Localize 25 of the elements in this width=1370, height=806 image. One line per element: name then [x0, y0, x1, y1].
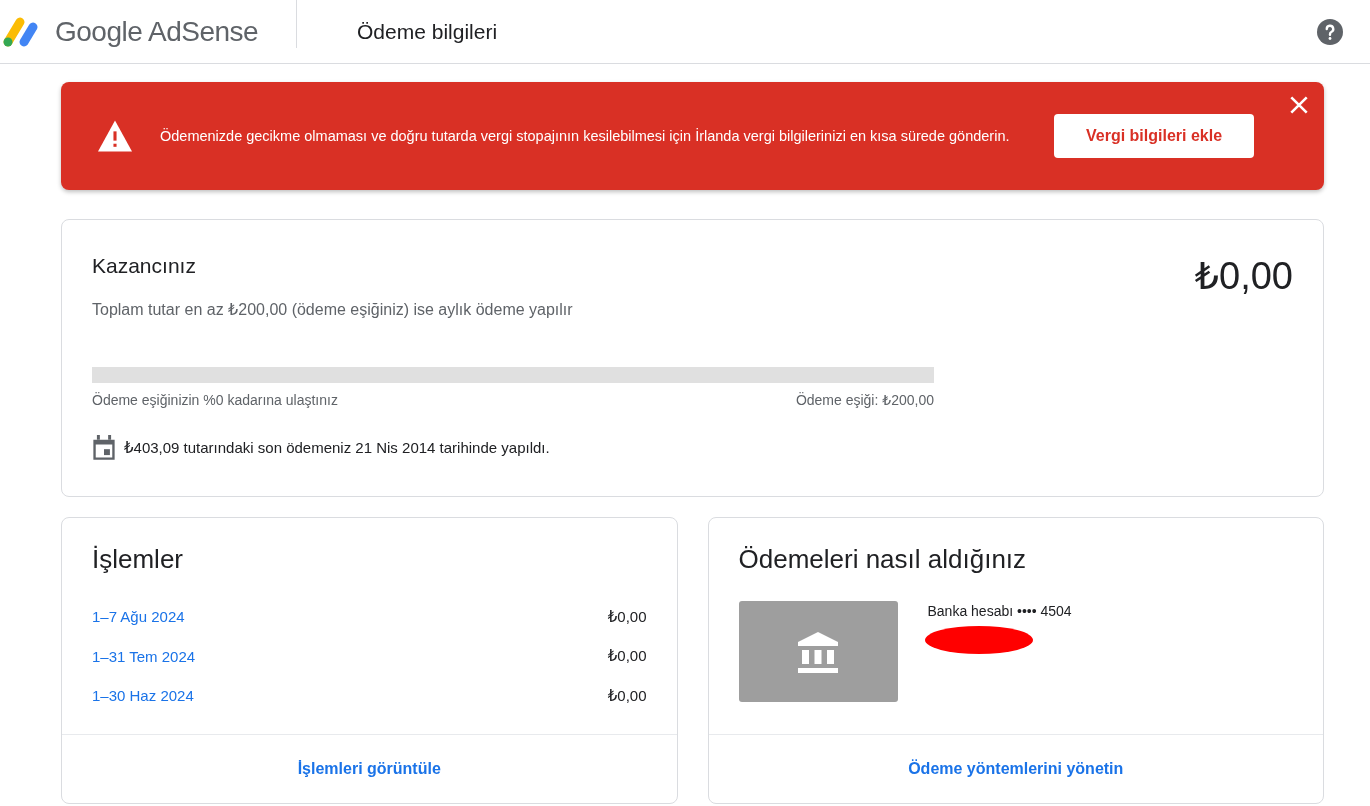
warning-icon — [96, 119, 134, 153]
threshold-note: Toplam tutar en az ₺200,00 (ödeme eşiğiniz) ise aylık ödeme yapılır — [92, 300, 573, 319]
add-tax-info-button[interactable]: Vergi bilgileri ekle — [1054, 114, 1254, 158]
earnings-amount: ₺0,00 — [1194, 254, 1293, 299]
transaction-amount: ₺0,00 — [607, 686, 647, 705]
calendar-icon — [92, 435, 116, 461]
card-title: Ödemeleri nasıl aldığınız — [738, 544, 1028, 575]
manage-payment-methods-link[interactable]: Ödeme yöntemlerini yönetin — [908, 760, 1124, 778]
card-title: İşlemler — [92, 544, 184, 575]
last-payment-note: ₺403,09 tutarındaki son ödemeniz 21 Nis 2014 tarihinde yapıldı. — [124, 439, 550, 457]
card-title: Kazancınız — [92, 254, 197, 278]
transaction-period-link[interactable]: 1–30 Haz 2024 — [92, 687, 194, 705]
product-name: Google AdSense — [55, 15, 259, 48]
progress-label: Ödeme eşiğinizin %0 kadarına ulaştınız — [92, 392, 338, 408]
help-icon[interactable] — [1317, 18, 1343, 45]
transaction-amount: ₺0,00 — [607, 607, 647, 626]
threshold-label: Ödeme eşiği: ₺200,00 — [795, 392, 934, 408]
alert-message: Ödemenizde gecikme olmaması ve doğru tutarda vergi stopajının kesilebilmesi için İrlanda vergi bilgilerinizi en kısa sürede gönderin. — [160, 127, 1011, 146]
close-icon[interactable] — [1290, 96, 1308, 114]
transaction-period-link[interactable]: 1–7 Ağu 2024 — [92, 608, 185, 626]
transaction-amount: ₺0,00 — [607, 647, 647, 666]
transaction-period-link[interactable]: 1–31 Tem 2024 — [92, 647, 196, 665]
page-title: Ödeme bilgileri — [357, 19, 498, 44]
bank-account-label: Banka hesabı •••• 4504 — [927, 603, 1072, 619]
view-transactions-link[interactable]: İşlemleri görüntüle — [297, 760, 441, 778]
